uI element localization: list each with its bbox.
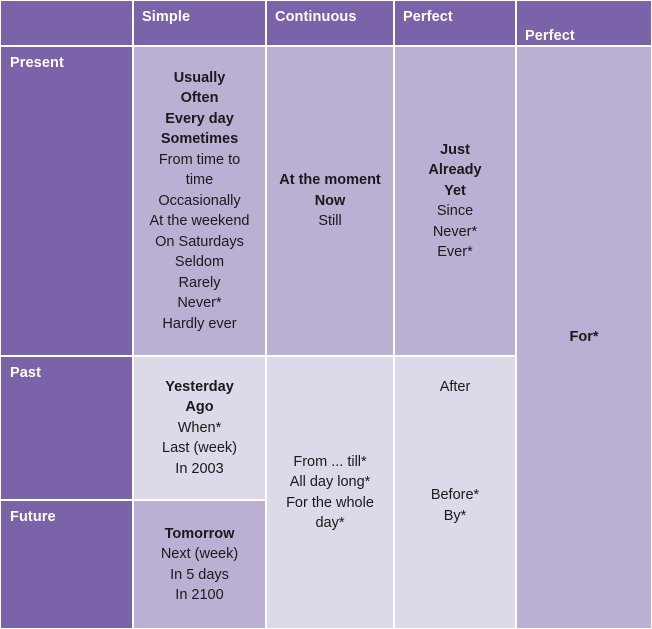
cell-line: Yet (444, 182, 466, 199)
cell-present-continuous: At the moment Now Still (266, 46, 394, 356)
cell-line: By* (443, 507, 467, 524)
cell-perfect-continuous-content: For* (517, 327, 651, 348)
cell-present-perfect: Just Already Yet Since Never* Ever* (394, 46, 516, 356)
cell-line: Since (436, 203, 474, 219)
column-header-simple-label: Simple (142, 9, 191, 25)
cell-line: At the moment (279, 172, 381, 189)
cell-line: Before* (430, 487, 480, 503)
cell-present-simple: Usually Often Every day Sometimes From time … (133, 46, 266, 356)
cell-past-future-perfect-bottom-content: Before* By* (395, 485, 515, 526)
table-corner-cell (0, 0, 133, 46)
cell-line: Hardly ever (162, 315, 237, 332)
cell-line: After (439, 379, 471, 395)
cell-line: Often (180, 90, 219, 107)
cell-future-simple-content: Tomorrow Next (week) In 5 days In 2100 (134, 524, 265, 606)
cell-line: Ever* (437, 244, 473, 260)
column-header-perfect-continuous-label: Perfect Continuous (525, 28, 575, 44)
cell-line: Rarely (178, 274, 221, 291)
cell-past-future-perfect-top-content: After (395, 377, 515, 398)
cell-line: Already (428, 162, 482, 178)
cell-past-future-perfect-inner: After Before* By* (395, 357, 515, 628)
cell-line: Sometimes (160, 131, 239, 148)
cell-past-simple-content: Yesterday Ago When* Last (week) In 2003 (134, 377, 265, 480)
column-header-continuous-label: Continuous (275, 9, 357, 25)
row-header-past: Past (0, 356, 133, 500)
row-header-past-label: Past (10, 365, 42, 381)
cell-present-continuous-content: At the moment Now Still (267, 170, 393, 232)
cell-line: At the weekend (149, 213, 250, 230)
cell-line: When* (177, 419, 222, 436)
column-header-simple: Simple (133, 0, 266, 46)
cell-line: All day long* (289, 474, 371, 490)
cell-line: Usually (173, 69, 226, 86)
row-header-present: Present (0, 46, 133, 356)
cell-line: Next (week) (160, 546, 239, 562)
cell-line: For* (569, 329, 599, 346)
cell-line: Just (440, 141, 470, 158)
cell-line: Every day (165, 110, 234, 127)
cell-past-future-perfect: After Before* By* (394, 356, 516, 629)
cell-line: In 2100 (175, 587, 224, 603)
column-header-perfect-continuous: Perfect Continuous (516, 0, 652, 46)
cell-past-future-continuous-content: From ... till* All day long* For the whole… (267, 452, 393, 534)
column-header-continuous: Continuous (266, 0, 394, 46)
cell-line: In 2003 (175, 460, 224, 477)
row-header-future-label: Future (10, 509, 56, 525)
row-header-future: Future (0, 500, 133, 629)
cell-line: For the whole (286, 494, 374, 511)
column-header-perfect: Perfect (394, 0, 516, 46)
row-header-present-label: Present (10, 55, 64, 71)
cell-line: day* (315, 515, 345, 531)
tense-time-expressions-table: Simple Continuous Perfect Perfect Contin… (0, 0, 652, 629)
cell-line: On Saturdays (155, 233, 244, 250)
cell-line: Last (week) (162, 440, 237, 457)
cell-line: Yesterday (165, 378, 234, 395)
cell-past-simple: Yesterday Ago When* Last (week) In 2003 (133, 356, 266, 500)
cell-line: From time to (158, 151, 241, 168)
column-header-perfect-label: Perfect (403, 9, 453, 25)
cell-line: Never* (432, 223, 478, 240)
cell-line: Occasionally (158, 192, 241, 209)
cell-present-simple-content: Usually Often Every day Sometimes From time … (134, 68, 265, 335)
cell-line: Now (314, 192, 346, 209)
cell-line: time (185, 172, 214, 189)
cell-line: Tomorrow (164, 525, 235, 542)
cell-present-perfect-content: Just Already Yet Since Never* Ever* (395, 140, 515, 263)
cell-line: Ago (185, 399, 214, 416)
cell-line: In 5 days (170, 566, 229, 583)
cell-perfect-continuous-all-rows: For* (516, 46, 652, 629)
cell-line: From ... till* (293, 453, 367, 470)
cell-line: Still (318, 213, 342, 230)
cell-line: Never* (177, 295, 222, 312)
cell-future-simple: Tomorrow Next (week) In 5 days In 2100 (133, 500, 266, 629)
cell-past-future-continuous: From ... till* All day long* For the whole… (266, 356, 394, 629)
cell-line: Seldom (174, 254, 225, 271)
